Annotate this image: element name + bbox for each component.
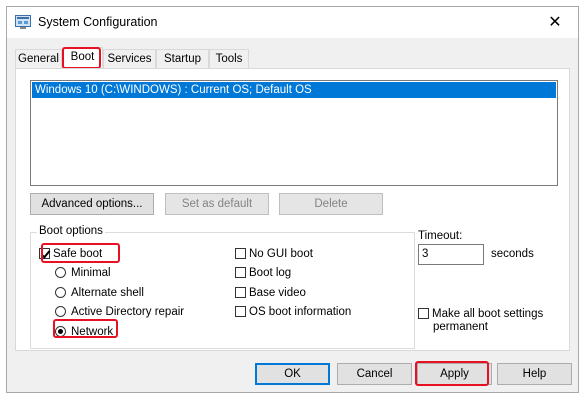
tab-services[interactable]: Services — [103, 49, 156, 69]
help-button[interactable]: Help — [497, 363, 572, 385]
no-gui-boot-label: No GUI boot — [249, 248, 313, 260]
tab-general[interactable]: General — [15, 49, 62, 69]
ad-repair-label: Active Directory repair — [71, 306, 185, 318]
radio-icon — [55, 306, 66, 317]
delete-button[interactable]: Delete — [279, 193, 383, 215]
boot-tab-panel: Windows 10 (C:\WINDOWS) : Current OS; De… — [15, 68, 570, 351]
tab-tools[interactable]: Tools — [209, 49, 249, 69]
close-icon: ✕ — [548, 14, 562, 31]
boot-options-group: Boot options Safe boot Minimal Alternate… — [30, 225, 415, 349]
checkbox-icon — [235, 306, 246, 317]
checkbox-icon — [235, 287, 246, 298]
tab-startup[interactable]: Startup — [156, 49, 209, 69]
os-boot-info-label: OS boot information — [249, 306, 352, 318]
os-boot-info-checkbox[interactable]: OS boot information — [235, 305, 351, 321]
no-gui-boot-checkbox[interactable]: No GUI boot — [235, 247, 313, 263]
base-video-label: Base video — [249, 287, 306, 299]
ad-repair-radio[interactable]: Active Directory repair — [55, 305, 184, 321]
os-list[interactable]: Windows 10 (C:\WINDOWS) : Current OS; De… — [30, 80, 558, 186]
checkbox-icon — [235, 248, 246, 259]
alternate-shell-radio[interactable]: Alternate shell — [55, 286, 144, 302]
advanced-options-button[interactable]: Advanced options... — [30, 193, 154, 215]
radio-icon — [55, 267, 66, 278]
tab-boot[interactable]: Boot — [62, 47, 103, 69]
radio-icon — [55, 287, 66, 298]
timeout-label: Timeout: — [418, 230, 463, 242]
boot-log-checkbox[interactable]: Boot log — [235, 266, 291, 282]
alternate-shell-label: Alternate shell — [71, 287, 144, 299]
boot-options-label: Boot options — [37, 225, 105, 237]
network-label: Network — [71, 326, 114, 338]
safe-boot-checkbox[interactable]: Safe boot — [39, 247, 102, 263]
msconfig-app-icon — [15, 15, 31, 29]
cancel-button[interactable]: Cancel — [337, 363, 412, 385]
checkbox-icon — [418, 308, 429, 319]
minimal-label: Minimal — [71, 267, 111, 279]
ok-button[interactable]: OK — [255, 363, 330, 385]
radio-selected-icon — [55, 326, 66, 337]
tab-label: Services — [107, 53, 152, 65]
os-list-item[interactable]: Windows 10 (C:\WINDOWS) : Current OS; De… — [32, 82, 556, 98]
close-button[interactable]: ✕ — [532, 7, 578, 38]
safe-boot-label: Safe boot — [53, 248, 103, 260]
minimal-radio[interactable]: Minimal — [55, 266, 111, 282]
apply-button[interactable]: Apply — [417, 363, 492, 385]
window-title: System Configuration — [38, 15, 158, 29]
make-permanent-label: Make all boot settings — [432, 308, 544, 320]
tab-label: Startup — [163, 53, 202, 65]
tab-label: Tools — [215, 53, 243, 65]
timeout-input[interactable]: 3 — [418, 244, 484, 265]
boot-log-label: Boot log — [249, 267, 292, 279]
system-configuration-window: System Configuration ✕ General Boot Serv… — [6, 6, 579, 393]
timeout-unit-label: seconds — [491, 248, 534, 260]
checkbox-checked-icon — [39, 248, 50, 259]
tab-label: Boot — [70, 51, 95, 63]
title-bar: System Configuration ✕ — [7, 7, 578, 38]
tab-label: General — [18, 53, 59, 65]
make-permanent-label-line2: permanent — [433, 321, 488, 333]
network-radio[interactable]: Network — [55, 325, 113, 341]
checkbox-icon — [235, 267, 246, 278]
base-video-checkbox[interactable]: Base video — [235, 286, 306, 302]
set-as-default-button[interactable]: Set as default — [165, 193, 269, 215]
